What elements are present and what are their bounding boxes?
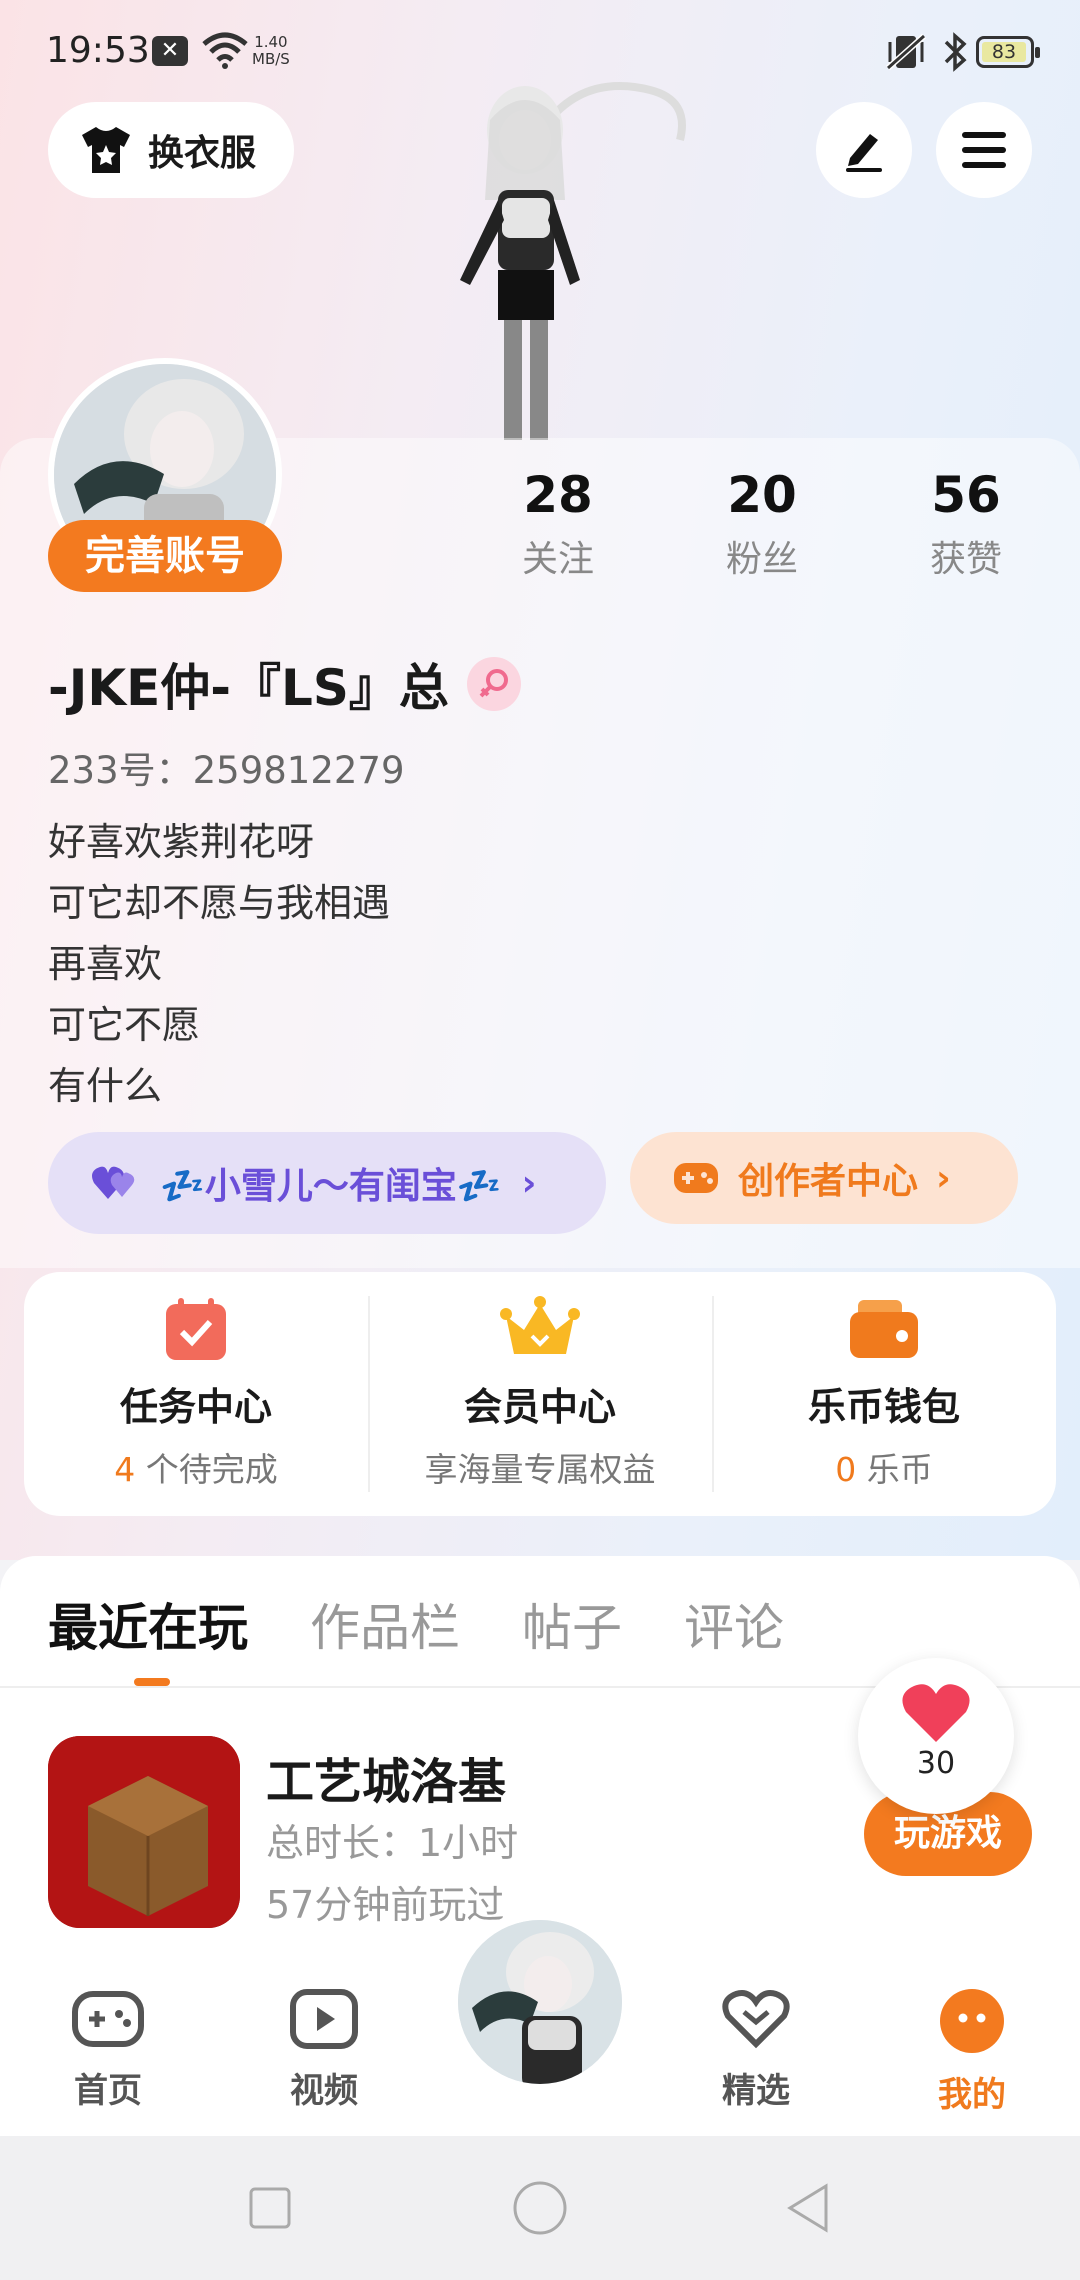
user-name: -JKE仲-『LS』总 [48,659,449,717]
fan-group-button[interactable]: 💤小雪儿〜有闺宝💤 › [48,1132,606,1234]
nav-me-label: 我的 [938,2075,1006,2115]
nav-video-label: 视频 [290,2071,358,2111]
likes-stat[interactable]: 56 获赞 [886,466,1046,582]
avatar-image [458,1920,622,2084]
menu-button[interactable] [936,102,1032,198]
nav-featured[interactable]: 精选 [686,1988,826,2112]
calendar-check-icon [166,1298,226,1360]
recent-apps-icon[interactable] [248,2186,292,2230]
network-speed: 1.40 MB/S [252,33,290,68]
nav-avatar-button[interactable] [448,1910,632,2094]
like-count: 30 [916,1746,956,1781]
game-duration: 总时长：1小时 [266,1821,519,1865]
game-title[interactable]: 工艺城洛基 [266,1742,506,1812]
nav-video[interactable]: 视频 [254,1988,394,2112]
tab-works[interactable]: 作品栏 [310,1588,460,1660]
gamepad-icon [72,1991,144,2047]
likes-count: 56 [931,466,1001,524]
vip-center-item[interactable]: 会员中心 享海量专属权益 [368,1272,712,1516]
user-name-row: -JKE仲-『LS』总 [48,648,521,720]
chevron-right-icon: › [936,1157,951,1199]
following-count: 28 [523,466,593,524]
quick-actions-panel: 任务中心 4 个待完成 会员中心 享海量专属权益 乐币钱包 0 乐币 [24,1272,1056,1516]
task-center-subtitle: 4 个待完成 [114,1450,278,1489]
heart-chat-icon [722,1990,790,2049]
followers-count: 20 [727,466,797,524]
tshirt-icon [82,127,130,173]
game-last-played: 57分钟前玩过 [266,1883,505,1927]
pen-icon [846,134,882,172]
notification-icon: ✕ [152,36,188,66]
nav-me[interactable]: 我的 [902,1988,1042,2116]
status-time: 19:53 [46,30,150,71]
bio-line: 可它却不愿与我相遇 [48,881,391,925]
hamburger-menu-icon [962,132,1006,168]
chevron-right-icon: › [521,1162,537,1204]
nav-home[interactable]: 首页 [38,1988,178,2112]
fan-group-label: 💤小雪儿〜有闺宝💤 [160,1166,502,1207]
vip-center-title: 会员中心 [463,1385,616,1429]
vibrate-mute-icon [886,33,926,71]
back-icon[interactable] [784,2182,832,2234]
change-outfit-button[interactable]: 换衣服 [48,102,294,198]
me-icon [940,1989,1004,2053]
coin-wallet-subtitle: 0 乐币 [835,1450,933,1489]
crown-icon [500,1296,580,1354]
creator-center-label: 创作者中心 [738,1161,919,1202]
bio-line: 有什么 [48,1064,163,1108]
double-heart-icon [92,1166,135,1199]
nav-home-label: 首页 [74,2071,142,2111]
battery-level: 83 [982,42,1026,62]
bio-line: 好喜欢紫荆花呀 [48,820,315,864]
following-stat[interactable]: 28 关注 [478,466,638,582]
female-gender-icon [466,657,521,711]
game-icon[interactable] [48,1736,240,1928]
change-outfit-label: 换衣服 [148,133,257,174]
task-center-title: 任务中心 [119,1385,272,1429]
bio-line: 可它不愿 [48,1003,201,1047]
edit-profile-button[interactable] [816,102,912,198]
battery-icon: 83 [976,36,1040,68]
heart-icon [902,1684,970,1742]
likes-label: 获赞 [929,539,1002,580]
video-icon [290,1989,358,2049]
wallet-icon [850,1300,918,1358]
avatar-character-figure [460,82,686,440]
followers-label: 粉丝 [725,539,798,580]
home-icon[interactable] [512,2180,568,2236]
nav-featured-label: 精选 [722,2071,790,2111]
bluetooth-icon [944,32,967,72]
coin-wallet-title: 乐币钱包 [807,1385,960,1429]
gamepad-icon [674,1163,718,1193]
tab-comments[interactable]: 评论 [684,1588,784,1660]
tab-posts[interactable]: 帖子 [522,1588,622,1660]
bio-line: 再喜欢 [48,942,163,986]
coin-wallet-item[interactable]: 乐币钱包 0 乐币 [712,1272,1056,1516]
like-button[interactable]: 30 [858,1658,1014,1814]
task-center-item[interactable]: 任务中心 4 个待完成 [24,1272,368,1516]
vip-center-subtitle: 享海量专属权益 [424,1450,656,1489]
creator-center-button[interactable]: 创作者中心 › [630,1132,1018,1224]
followers-stat[interactable]: 20 粉丝 [682,466,842,582]
tab-bar: 最近在玩 作品栏 帖子 评论 [48,1588,784,1660]
system-navigation-bar [0,2136,1080,2280]
wifi-icon [202,32,248,69]
complete-account-button[interactable]: 完善账号 [48,520,282,592]
user-id: 233号：259812279 [48,749,405,792]
user-bio: 好喜欢紫荆花呀 可它却不愿与我相遇 再喜欢 可它不愿 有什么 [48,812,390,1117]
following-label: 关注 [521,539,594,580]
active-tab-indicator [134,1678,170,1686]
tab-recently-played[interactable]: 最近在玩 [48,1588,248,1660]
